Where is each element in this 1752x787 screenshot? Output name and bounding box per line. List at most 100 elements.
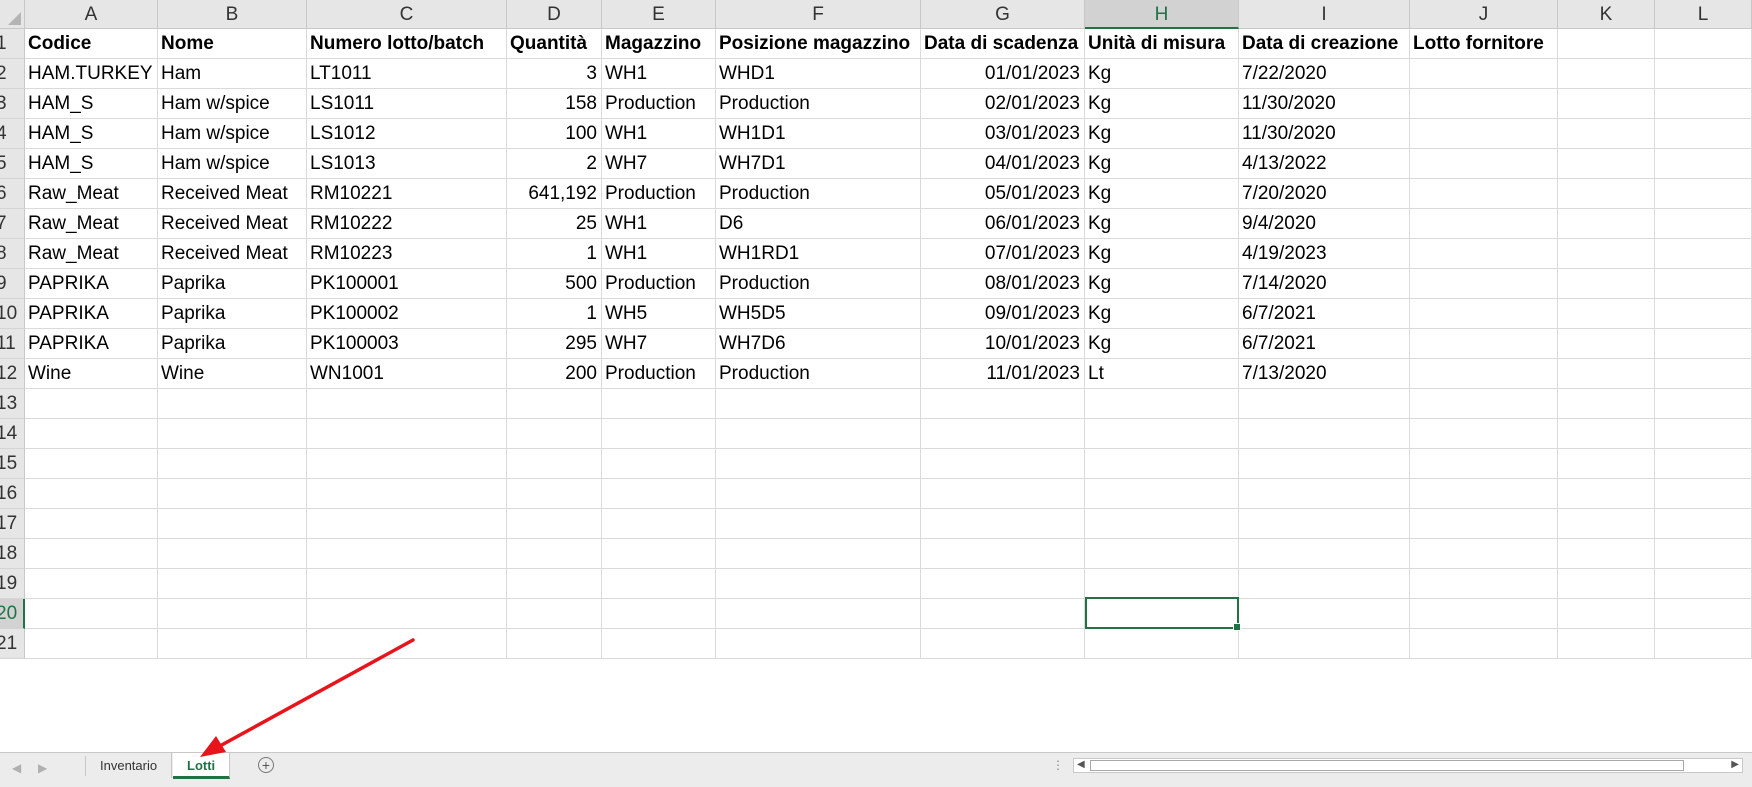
table-cell[interactable]: 4/13/2022 <box>1239 149 1410 179</box>
table-cell[interactable] <box>1410 449 1558 479</box>
header-cell[interactable]: Codice <box>25 29 158 59</box>
table-cell[interactable]: Production <box>602 359 716 389</box>
table-cell[interactable] <box>1655 539 1752 569</box>
table-cell[interactable]: WH1 <box>602 119 716 149</box>
table-cell[interactable] <box>1655 149 1752 179</box>
table-cell[interactable]: Production <box>602 89 716 119</box>
table-cell[interactable]: 200 <box>507 359 602 389</box>
table-cell[interactable]: Production <box>716 359 921 389</box>
row-header-18[interactable]: 18 <box>0 539 25 569</box>
table-cell[interactable]: 01/01/2023 <box>921 59 1085 89</box>
table-cell[interactable]: LT1011 <box>307 59 507 89</box>
table-cell[interactable]: Kg <box>1085 269 1239 299</box>
table-cell[interactable]: WH1 <box>602 209 716 239</box>
table-cell[interactable] <box>1655 599 1752 629</box>
table-cell[interactable]: Production <box>602 269 716 299</box>
table-cell[interactable] <box>716 449 921 479</box>
table-cell[interactable] <box>716 389 921 419</box>
table-cell[interactable]: LS1012 <box>307 119 507 149</box>
table-cell[interactable] <box>1085 449 1239 479</box>
table-cell[interactable] <box>1558 479 1655 509</box>
table-cell[interactable] <box>158 539 307 569</box>
table-cell[interactable] <box>716 599 921 629</box>
fill-handle[interactable] <box>1233 623 1241 631</box>
table-cell[interactable] <box>602 599 716 629</box>
table-cell[interactable] <box>25 629 158 659</box>
table-cell[interactable]: 7/14/2020 <box>1239 269 1410 299</box>
table-cell[interactable] <box>1558 419 1655 449</box>
header-cell[interactable]: Data di creazione <box>1239 29 1410 59</box>
table-cell[interactable]: RM10221 <box>307 179 507 209</box>
table-cell[interactable] <box>1239 449 1410 479</box>
table-cell[interactable]: 3 <box>507 59 602 89</box>
table-cell[interactable]: Received Meat <box>158 179 307 209</box>
table-cell[interactable]: Kg <box>1085 209 1239 239</box>
table-cell[interactable]: 1 <box>507 239 602 269</box>
table-cell[interactable]: PK100001 <box>307 269 507 299</box>
table-cell[interactable]: WN1001 <box>307 359 507 389</box>
table-cell[interactable] <box>921 599 1085 629</box>
table-cell[interactable]: 1 <box>507 299 602 329</box>
table-cell[interactable] <box>1239 419 1410 449</box>
table-cell[interactable] <box>1085 479 1239 509</box>
table-cell[interactable]: 03/01/2023 <box>921 119 1085 149</box>
table-cell[interactable]: 08/01/2023 <box>921 269 1085 299</box>
header-cell[interactable] <box>1655 29 1752 59</box>
row-header-13[interactable]: 13 <box>0 389 25 419</box>
row-header-2[interactable]: 2 <box>0 59 25 89</box>
tab-inventario[interactable]: Inventario <box>86 753 173 778</box>
table-cell[interactable] <box>1410 479 1558 509</box>
table-cell[interactable] <box>1410 59 1558 89</box>
table-cell[interactable]: PAPRIKA <box>25 299 158 329</box>
table-cell[interactable]: WH1 <box>602 239 716 269</box>
table-cell[interactable]: HAM_S <box>25 149 158 179</box>
table-cell[interactable] <box>1410 89 1558 119</box>
tab-lotti[interactable]: Lotti <box>173 753 231 779</box>
row-header-11[interactable]: 11 <box>0 329 25 359</box>
table-cell[interactable] <box>716 569 921 599</box>
table-cell[interactable] <box>507 419 602 449</box>
header-cell[interactable]: Lotto fornitore <box>1410 29 1558 59</box>
table-cell[interactable]: RM10222 <box>307 209 507 239</box>
table-cell[interactable] <box>1558 359 1655 389</box>
table-cell[interactable] <box>1655 629 1752 659</box>
table-cell[interactable]: Ham w/spice <box>158 119 307 149</box>
table-cell[interactable] <box>1655 359 1752 389</box>
table-cell[interactable]: 158 <box>507 89 602 119</box>
table-cell[interactable] <box>25 449 158 479</box>
table-cell[interactable] <box>1558 329 1655 359</box>
table-cell[interactable] <box>1239 479 1410 509</box>
table-cell[interactable] <box>1085 389 1239 419</box>
table-cell[interactable] <box>602 389 716 419</box>
table-cell[interactable] <box>1085 629 1239 659</box>
row-header-17[interactable]: 17 <box>0 509 25 539</box>
table-cell[interactable]: Production <box>716 89 921 119</box>
table-cell[interactable]: 6/7/2021 <box>1239 299 1410 329</box>
table-cell[interactable]: Received Meat <box>158 239 307 269</box>
table-cell[interactable]: Raw_Meat <box>25 179 158 209</box>
table-cell[interactable]: 11/30/2020 <box>1239 89 1410 119</box>
table-cell[interactable] <box>507 629 602 659</box>
table-cell[interactable] <box>602 569 716 599</box>
header-cell[interactable]: Numero lotto/batch <box>307 29 507 59</box>
column-header-j[interactable]: J <box>1410 0 1558 29</box>
table-cell[interactable] <box>1655 209 1752 239</box>
table-cell[interactable]: Wine <box>158 359 307 389</box>
row-header-8[interactable]: 8 <box>0 239 25 269</box>
header-cell[interactable]: Magazzino <box>602 29 716 59</box>
table-cell[interactable]: WH5D5 <box>716 299 921 329</box>
table-cell[interactable] <box>25 509 158 539</box>
table-cell[interactable] <box>507 509 602 539</box>
table-cell[interactable] <box>602 509 716 539</box>
table-cell[interactable]: 295 <box>507 329 602 359</box>
table-cell[interactable] <box>1410 149 1558 179</box>
table-cell[interactable]: Kg <box>1085 149 1239 179</box>
table-cell[interactable]: 11/01/2023 <box>921 359 1085 389</box>
scroll-tabs-right-icon[interactable]: ▶ <box>38 761 47 775</box>
table-cell[interactable]: 09/01/2023 <box>921 299 1085 329</box>
table-cell[interactable] <box>921 509 1085 539</box>
row-header-10[interactable]: 10 <box>0 299 25 329</box>
table-cell[interactable] <box>1558 119 1655 149</box>
table-cell[interactable] <box>25 419 158 449</box>
split-handle-icon[interactable]: ⋮ <box>1052 758 1064 772</box>
